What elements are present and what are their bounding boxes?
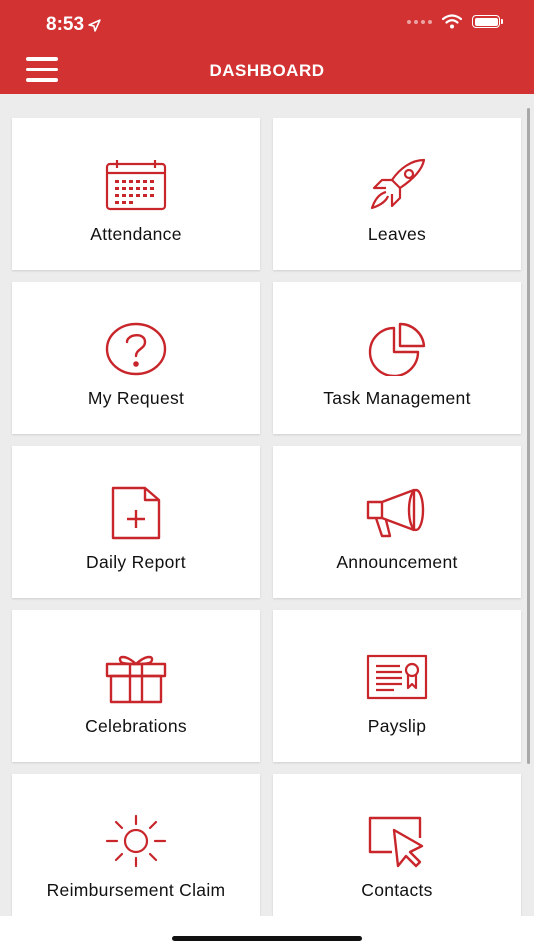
rocket-icon bbox=[363, 158, 431, 212]
tile-label: Contacts bbox=[361, 880, 433, 900]
tile-daily-report[interactable]: Daily Report bbox=[12, 446, 260, 598]
bottom-safe-area bbox=[0, 916, 534, 950]
question-icon bbox=[102, 322, 170, 376]
app-header: 8:53 DASHBOARD bbox=[0, 0, 534, 94]
tile-my-request[interactable]: My Request bbox=[12, 282, 260, 434]
tile-label: Announcement bbox=[336, 552, 458, 572]
scrollbar[interactable] bbox=[527, 108, 530, 764]
tile-payslip[interactable]: Payslip bbox=[273, 610, 521, 762]
megaphone-icon bbox=[363, 486, 431, 540]
tile-reimbursement-claim[interactable]: Reimbursement Claim bbox=[12, 774, 260, 926]
gift-icon bbox=[102, 650, 170, 704]
tile-announcement[interactable]: Announcement bbox=[273, 446, 521, 598]
tile-label: Task Management bbox=[323, 388, 471, 408]
tile-label: Payslip bbox=[367, 716, 427, 736]
calendar-icon bbox=[102, 158, 170, 212]
tile-label: Leaves bbox=[367, 224, 427, 244]
sun-icon bbox=[102, 814, 170, 868]
tile-label: Reimbursement Claim bbox=[46, 880, 226, 900]
location-arrow-icon bbox=[88, 18, 101, 32]
battery-icon bbox=[472, 15, 503, 28]
tile-label: My Request bbox=[87, 388, 185, 408]
dashboard-grid: Attendance Leaves My Request Task Manage… bbox=[12, 118, 522, 926]
tile-task-management[interactable]: Task Management bbox=[273, 282, 521, 434]
pie-chart-icon bbox=[363, 322, 431, 376]
page-title: DASHBOARD bbox=[209, 61, 325, 80]
cursor-screen-icon bbox=[363, 814, 431, 868]
status-indicators bbox=[407, 14, 503, 29]
tile-contacts[interactable]: Contacts bbox=[273, 774, 521, 926]
cellular-signal-icon bbox=[407, 19, 432, 24]
status-time: 8:53 bbox=[46, 14, 101, 36]
tile-label: Daily Report bbox=[86, 552, 186, 572]
tile-label: Celebrations bbox=[85, 716, 187, 736]
certificate-icon bbox=[363, 650, 431, 704]
home-indicator[interactable] bbox=[172, 936, 362, 941]
wifi-icon bbox=[442, 14, 462, 29]
tile-attendance[interactable]: Attendance bbox=[12, 118, 260, 270]
tile-leaves[interactable]: Leaves bbox=[273, 118, 521, 270]
tile-label: Attendance bbox=[90, 224, 182, 244]
file-add-icon bbox=[102, 486, 170, 540]
tile-celebrations[interactable]: Celebrations bbox=[12, 610, 260, 762]
